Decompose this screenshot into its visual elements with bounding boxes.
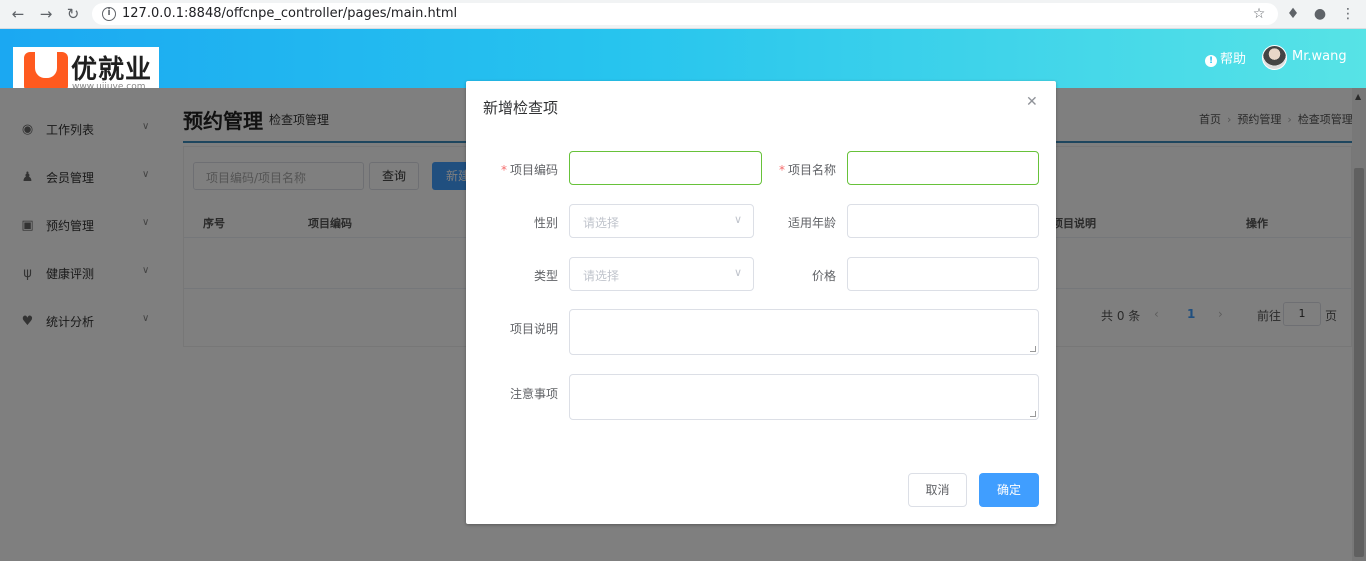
avatar[interactable] bbox=[1262, 45, 1287, 70]
required-marker: * bbox=[500, 163, 507, 177]
site-info-icon[interactable]: i bbox=[102, 7, 116, 21]
browser-toolbar: ← → ↻ i 127.0.0.1:8848/offcnpe_controlle… bbox=[0, 0, 1366, 29]
logo-name: 优就业 bbox=[71, 55, 153, 85]
type-placeholder: 请选择 bbox=[583, 269, 620, 283]
profile-icon[interactable]: ● bbox=[1310, 4, 1330, 24]
note-textarea[interactable] bbox=[569, 374, 1039, 420]
help-label: 帮助 bbox=[1220, 52, 1247, 67]
note-field-label: 注意事项 bbox=[509, 387, 558, 401]
chevron-down-icon: ∨ bbox=[733, 266, 742, 279]
back-arrow-icon[interactable]: ← bbox=[8, 4, 28, 24]
close-icon[interactable]: ✕ bbox=[1026, 94, 1038, 110]
confirm-button[interactable]: 确定 bbox=[979, 473, 1039, 507]
info-icon: ! bbox=[1205, 55, 1217, 67]
resize-handle-icon[interactable] bbox=[1030, 411, 1036, 417]
resize-handle-icon[interactable] bbox=[1030, 346, 1036, 352]
code-field-label: * 项目编码 bbox=[478, 161, 558, 178]
menu-dots-icon[interactable]: ⋮ bbox=[1338, 4, 1358, 24]
name-field-label: * 项目名称 bbox=[756, 161, 836, 178]
gender-field-label: 性别 bbox=[533, 216, 558, 230]
price-field-label: 价格 bbox=[811, 269, 836, 283]
add-check-item-dialog: 新增检查项 ✕ * 项目编码 * 项目名称 性别 请选择 ∨ 适用年龄 类型 请选择… bbox=[466, 81, 1056, 524]
required-marker: * bbox=[778, 163, 785, 177]
name-field[interactable] bbox=[847, 151, 1039, 185]
type-select[interactable]: 请选择 ∨ bbox=[569, 257, 754, 291]
bookmark-star-icon[interactable]: ☆ bbox=[1249, 4, 1269, 24]
url-text[interactable]: 127.0.0.1:8848/offcnpe_controller/pages/… bbox=[122, 6, 457, 21]
name-label-text: 项目名称 bbox=[787, 163, 836, 177]
chevron-down-icon: ∨ bbox=[733, 213, 742, 226]
age-field-label: 适用年龄 bbox=[787, 216, 836, 230]
logo-mark-icon bbox=[24, 52, 68, 92]
age-field[interactable] bbox=[847, 204, 1039, 238]
description-field-label: 项目说明 bbox=[509, 322, 558, 336]
description-textarea[interactable] bbox=[569, 309, 1039, 355]
code-label-text: 项目编码 bbox=[509, 163, 558, 177]
type-field-label: 类型 bbox=[533, 269, 558, 283]
price-field[interactable] bbox=[847, 257, 1039, 291]
app-header bbox=[0, 29, 1366, 88]
code-field[interactable] bbox=[569, 151, 762, 185]
address-bar[interactable]: i 127.0.0.1:8848/offcnpe_controller/page… bbox=[92, 3, 1278, 25]
dialog-title: 新增检查项 bbox=[483, 99, 559, 117]
extensions-icon[interactable]: ♦ bbox=[1283, 4, 1303, 24]
reload-icon[interactable]: ↻ bbox=[63, 4, 83, 24]
help-link[interactable]: ! 帮助 bbox=[1205, 48, 1246, 67]
gender-placeholder: 请选择 bbox=[583, 216, 620, 230]
user-name[interactable]: Mr.wang bbox=[1292, 49, 1347, 64]
forward-arrow-icon[interactable]: → bbox=[36, 4, 56, 24]
cancel-button[interactable]: 取消 bbox=[908, 473, 967, 507]
gender-select[interactable]: 请选择 ∨ bbox=[569, 204, 754, 238]
